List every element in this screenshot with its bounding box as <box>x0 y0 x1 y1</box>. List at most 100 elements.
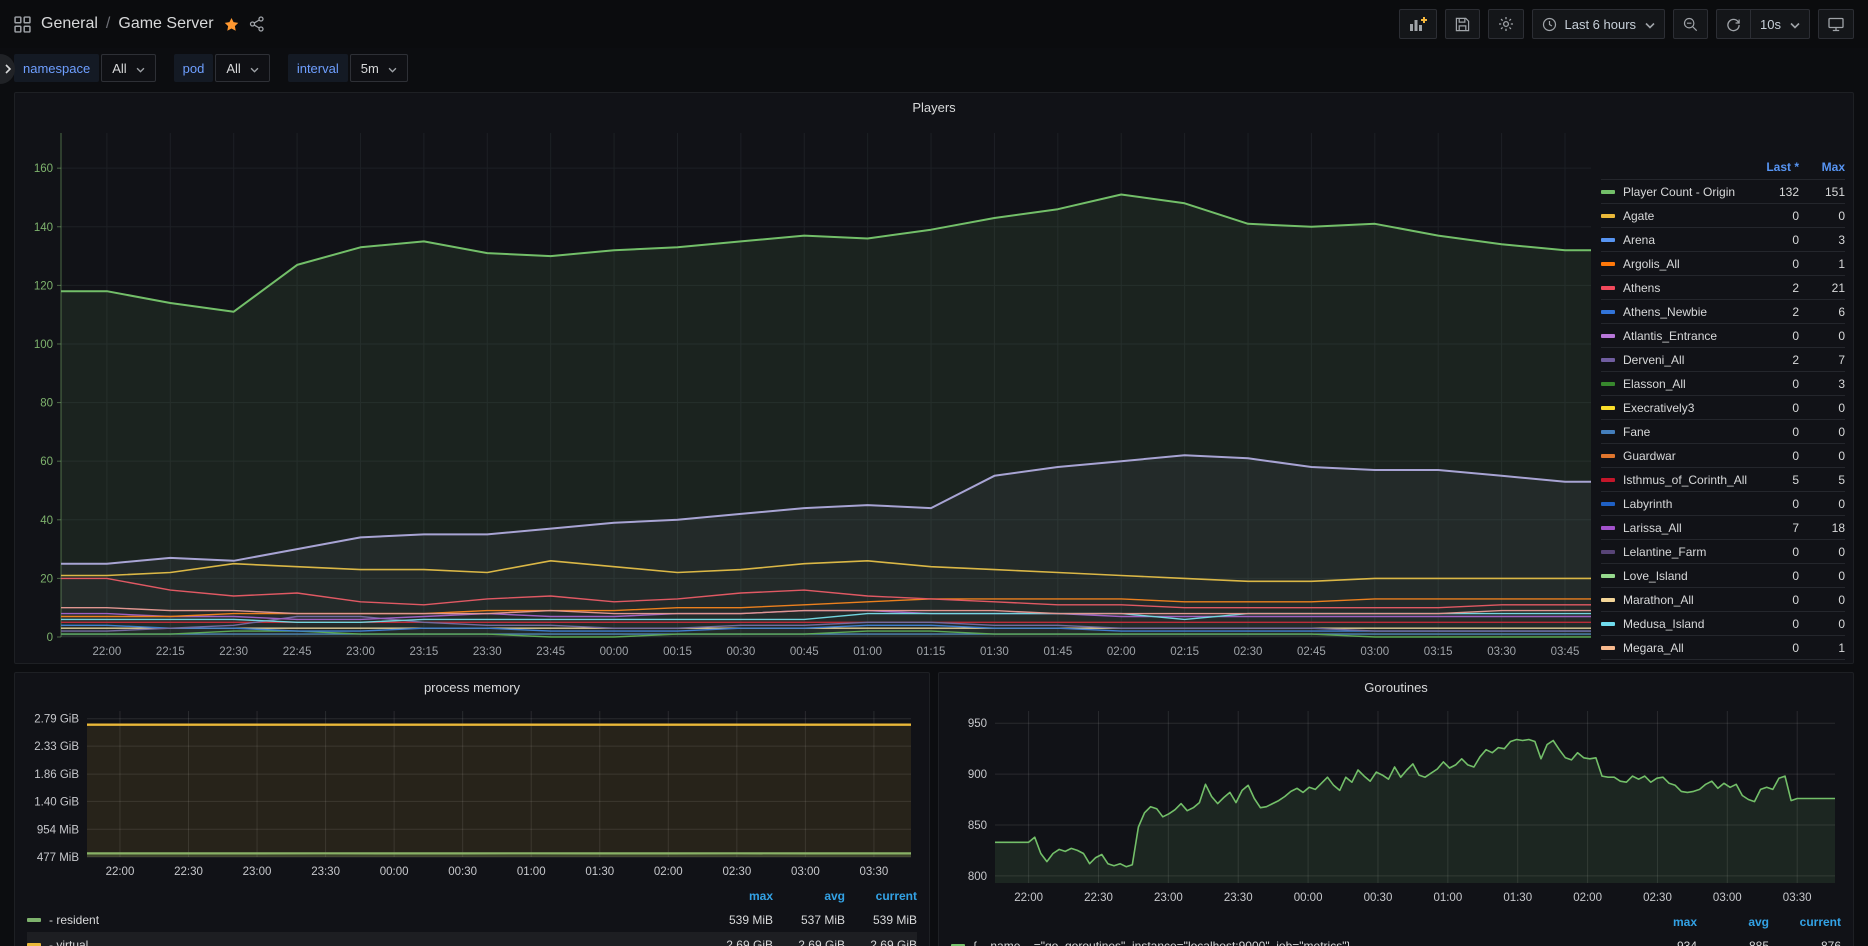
legend-row[interactable]: Elasson_All03 <box>1601 371 1845 395</box>
process-memory-chart[interactable]: 22:0022:3023:0023:3000:0000:3001:0001:30… <box>25 701 919 883</box>
legend-series-swatch[interactable] <box>1601 550 1615 554</box>
breadcrumb-dashboard-title[interactable]: Game Server <box>118 15 213 33</box>
legend-row[interactable]: - resident539 MiB537 MiB539 MiB <box>27 907 917 932</box>
legend-row[interactable]: {__name__="go_goroutines", instance="loc… <box>951 933 1841 946</box>
legend-max-value: 18 <box>1799 521 1845 535</box>
legend-row[interactable]: Player Count - Origin132151 <box>1601 179 1845 203</box>
legend-series-name: Agate <box>1623 209 1753 223</box>
legend-series-swatch[interactable] <box>1601 526 1615 530</box>
x-axis-tick-label: 23:15 <box>409 646 438 658</box>
legend-row[interactable]: Execratively300 <box>1601 395 1845 419</box>
legend-row[interactable]: Marathon_All00 <box>1601 587 1845 611</box>
variable-interval-value-dropdown[interactable]: 5m <box>350 54 408 82</box>
legend-row[interactable]: Megara_All01 <box>1601 635 1845 659</box>
legend-last-value: 0 <box>1753 329 1799 343</box>
legend-series-swatch[interactable] <box>1601 334 1615 338</box>
x-axis-tick-label: 23:30 <box>1224 892 1253 904</box>
legend-sort-header[interactable]: max <box>701 889 773 903</box>
legend-series-swatch[interactable] <box>1601 430 1615 434</box>
legend-row[interactable]: Arena03 <box>1601 227 1845 251</box>
legend-series-swatch[interactable] <box>1601 214 1615 218</box>
legend-series-swatch[interactable] <box>1601 286 1615 290</box>
save-dashboard-button[interactable] <box>1445 9 1480 39</box>
legend-sort-header[interactable]: avg <box>773 889 845 903</box>
legend-row[interactable]: Lelantine_Farm00 <box>1601 539 1845 563</box>
panel-title-players[interactable]: Players <box>15 93 1853 121</box>
legend-sort-header[interactable]: Max <box>1799 160 1845 174</box>
legend-last-value: 0 <box>1753 233 1799 247</box>
legend-series-swatch[interactable] <box>1601 190 1615 194</box>
legend-row[interactable]: Mycenae_All610 <box>1601 659 1845 663</box>
x-axis-tick-label: 00:30 <box>448 866 477 878</box>
panel-title-goroutines[interactable]: Goroutines <box>939 673 1853 701</box>
legend-row[interactable]: Fane00 <box>1601 419 1845 443</box>
legend-last-value: 2 <box>1753 281 1799 295</box>
legend-last-value: 0 <box>1753 569 1799 583</box>
legend-max-value: 0 <box>1799 617 1845 631</box>
legend-row[interactable]: Isthmus_of_Corinth_All55 <box>1601 467 1845 491</box>
legend-max-value: 0 <box>1799 497 1845 511</box>
legend-sort-header[interactable]: current <box>845 889 917 903</box>
legend-last-value: 0 <box>1753 209 1799 223</box>
legend-last-value: 7 <box>1753 521 1799 535</box>
legend-series-swatch[interactable] <box>1601 406 1615 410</box>
legend-sort-header[interactable]: avg <box>1697 915 1769 929</box>
legend-row[interactable]: Atlantis_Entrance00 <box>1601 323 1845 347</box>
legend-series-swatch[interactable] <box>27 943 41 946</box>
legend-row[interactable]: Athens221 <box>1601 275 1845 299</box>
refresh-button[interactable] <box>1716 9 1750 39</box>
legend-row[interactable]: Agate00 <box>1601 203 1845 227</box>
cycle-view-mode-button[interactable] <box>1818 9 1854 39</box>
legend-series-swatch[interactable] <box>1601 598 1615 602</box>
y-axis-tick-label: 0 <box>47 632 53 644</box>
legend-series-swatch[interactable] <box>1601 358 1615 362</box>
legend-series-swatch[interactable] <box>1601 622 1615 626</box>
legend-series-swatch[interactable] <box>1601 478 1615 482</box>
legend-row[interactable]: Derveni_All27 <box>1601 347 1845 371</box>
legend-sort-header[interactable]: current <box>1769 915 1841 929</box>
legend-series-swatch[interactable] <box>1601 238 1615 242</box>
legend-sort-header[interactable]: max <box>1625 915 1697 929</box>
legend-series-swatch[interactable] <box>1601 574 1615 578</box>
legend-row[interactable]: Love_Island00 <box>1601 563 1845 587</box>
legend-series-swatch[interactable] <box>1601 646 1615 650</box>
legend-row[interactable]: Athens_Newbie26 <box>1601 299 1845 323</box>
players-chart[interactable]: 22:0022:1522:3022:4523:0023:1523:3023:45… <box>15 121 1597 663</box>
legend-series-swatch[interactable] <box>1601 454 1615 458</box>
process-memory-legend: maxavgcurrent - resident539 MiB537 MiB539… <box>25 883 919 946</box>
dashboard-settings-button[interactable] <box>1488 9 1524 39</box>
legend-series-swatch[interactable] <box>1601 262 1615 266</box>
variable-pod-value-dropdown[interactable]: All <box>215 54 269 82</box>
y-axis-tick-label: 1.86 GiB <box>34 769 79 781</box>
goroutines-chart[interactable]: 22:0022:3023:0023:3000:0000:3001:0001:30… <box>949 701 1843 909</box>
legend-series-swatch[interactable] <box>1601 310 1615 314</box>
dashboard-grid: Players 22:0022:1522:3022:4523:0023:1523… <box>0 88 1868 946</box>
zoom-out-button[interactable] <box>1673 9 1708 39</box>
panel-goroutines: Goroutines 22:0022:3023:0023:3000:0000:3… <box>938 672 1854 946</box>
legend-series-swatch[interactable] <box>27 918 41 922</box>
legend-row[interactable]: Larissa_All718 <box>1601 515 1845 539</box>
share-icon[interactable] <box>249 16 265 32</box>
panel-title-process-memory[interactable]: process memory <box>15 673 929 701</box>
legend-row[interactable]: - virtual2.69 GiB2.69 GiB2.69 GiB <box>27 932 917 946</box>
legend-row[interactable]: Medusa_Island00 <box>1601 611 1845 635</box>
legend-row[interactable]: Argolis_All01 <box>1601 251 1845 275</box>
legend-series-swatch[interactable] <box>1601 502 1615 506</box>
legend-row[interactable]: Labyrinth00 <box>1601 491 1845 515</box>
legend-series-name: Marathon_All <box>1623 593 1753 607</box>
time-range-picker[interactable]: Last 6 hours <box>1532 9 1665 39</box>
variable-namespace-value-dropdown[interactable]: All <box>101 54 155 82</box>
favorite-star-icon[interactable] <box>224 17 239 32</box>
legend-series-name: Elasson_All <box>1623 377 1753 391</box>
legend-max-value: 0 <box>1799 545 1845 559</box>
dashboard-grid-icon[interactable] <box>14 16 31 33</box>
legend-value: 885 <box>1697 939 1769 946</box>
legend-row[interactable]: Guardwar00 <box>1601 443 1845 467</box>
refresh-interval-dropdown[interactable]: 10s <box>1750 9 1810 39</box>
legend-series-swatch[interactable] <box>1601 382 1615 386</box>
legend-sort-header[interactable]: Last * <box>1753 160 1799 174</box>
x-axis-tick-label: 02:00 <box>1107 646 1136 658</box>
breadcrumb-folder[interactable]: General <box>41 15 98 33</box>
time-range-label: Last 6 hours <box>1564 17 1636 32</box>
add-panel-button[interactable] <box>1399 9 1437 39</box>
